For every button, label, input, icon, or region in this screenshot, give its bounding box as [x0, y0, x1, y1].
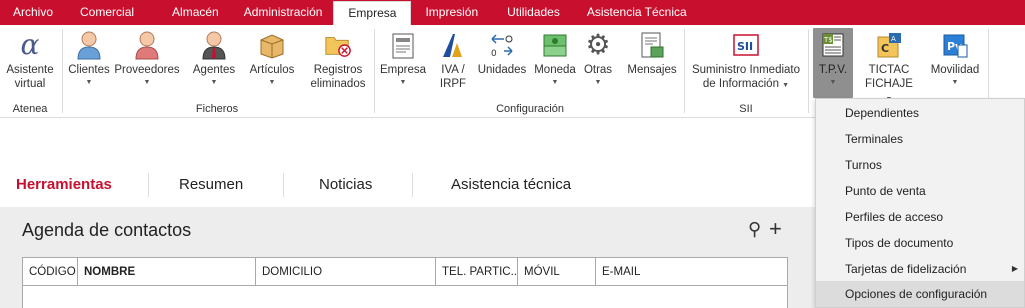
tpv-button[interactable]: T$ T.P.V. ▼: [813, 28, 853, 98]
box-icon: [258, 30, 286, 60]
column-header-codigo[interactable]: CÓDIGO: [23, 258, 78, 286]
tpv-icon: T$: [819, 30, 847, 60]
chevron-down-icon: ▼: [143, 79, 151, 86]
clientes-button[interactable]: Clientes ▼: [66, 30, 112, 89]
column-header-nombre[interactable]: NOMBRE: [78, 258, 256, 286]
column-header-email[interactable]: E-MAIL: [596, 258, 787, 286]
menu-item-turnos[interactable]: Turnos: [816, 152, 1024, 178]
tab-resumen[interactable]: Resumen: [179, 165, 243, 205]
contacts-table: CÓDIGO NOMBRE DOMICILIO TEL. PARTIC... M…: [22, 257, 788, 308]
group-label-atenea: Atenea: [12, 103, 48, 115]
column-header-domicilio[interactable]: DOMICILIO: [256, 258, 436, 286]
chevron-down-icon: ▼: [268, 79, 276, 86]
chevron-down-icon: ▼: [399, 79, 407, 86]
menu-item-tarjetas-de-fidelizacion[interactable]: Tarjetas de fidelización ▶: [816, 256, 1024, 282]
tab-noticias[interactable]: Noticias: [319, 165, 372, 205]
menu-item-opciones-de-configuracion[interactable]: Opciones de configuración: [816, 281, 1024, 307]
tpv-dropdown-menu: Dependientes Terminales Turnos Punto de …: [815, 98, 1025, 308]
menu-tab-asistencia-tecnica[interactable]: Asistencia Técnica: [576, 0, 698, 25]
tab-asistencia-tecnica[interactable]: Asistencia técnica: [451, 165, 571, 205]
message-icon: [638, 30, 666, 60]
column-header-movil[interactable]: MÓVIL: [518, 258, 596, 286]
chevron-down-icon: ▼: [829, 79, 837, 86]
tax-agency-icon: [439, 30, 467, 60]
chevron-down-icon: ▼: [782, 82, 790, 89]
group-label-configuracion: Configuración: [496, 103, 564, 115]
tab-herramientas[interactable]: Herramientas: [16, 165, 112, 205]
chevron-down-icon: ▼: [594, 79, 602, 86]
articulos-button[interactable]: Artículos ▼: [246, 30, 298, 89]
add-icon[interactable]: +: [769, 216, 782, 242]
group-separator: [374, 29, 375, 113]
svg-text:T$: T$: [823, 36, 833, 44]
tab-separator: [283, 173, 284, 197]
person-icon: [133, 30, 161, 60]
svg-text:A: A: [891, 35, 896, 43]
menu-bar: Archivo Comercial Almacén Administración…: [0, 0, 1025, 25]
group-label-ficheros: Ficheros: [195, 103, 239, 115]
alpha-icon: α: [20, 28, 40, 61]
app-window: Archivo Comercial Almacén Administración…: [0, 0, 1025, 308]
gear-icon: ⚙: [585, 29, 611, 60]
otras-button[interactable]: ⚙ Otras ▼: [580, 30, 616, 89]
menu-item-punto-de-venta[interactable]: Punto de venta: [816, 178, 1024, 204]
tab-separator: [412, 173, 413, 197]
menu-item-terminales[interactable]: Terminales: [816, 126, 1024, 152]
group-separator: [808, 29, 809, 113]
menu-tab-utilidades[interactable]: Utilidades: [492, 0, 576, 25]
agenda-panel: Agenda de contactos ⚲ + CÓDIGO NOMBRE DO…: [0, 207, 815, 308]
sii-icon: SII: [732, 30, 760, 60]
menu-tab-archivo[interactable]: Archivo: [0, 0, 66, 25]
menu-tab-administracion[interactable]: Administración: [233, 0, 334, 25]
search-icon[interactable]: ⚲: [748, 219, 761, 240]
chevron-down-icon: ▼: [85, 79, 93, 86]
units-icon: 0: [488, 30, 516, 60]
group-separator: [684, 29, 685, 113]
person-icon: [75, 30, 103, 60]
chevron-down-icon: ▼: [951, 79, 959, 86]
unidades-button[interactable]: 0 Unidades: [476, 30, 528, 77]
mensajes-button[interactable]: Mensajes: [624, 30, 680, 77]
column-header-tel-particular[interactable]: TEL. PARTIC...: [436, 258, 518, 286]
group-separator: [62, 29, 63, 113]
home-tabs: Herramientas Resumen Noticias Asistencia…: [0, 165, 815, 205]
svg-text:SII: SII: [737, 40, 753, 53]
menu-tab-almacen[interactable]: Almacén: [158, 0, 233, 25]
agent-icon: [200, 30, 228, 60]
empresa-button[interactable]: Empresa ▼: [378, 30, 428, 89]
folder-delete-icon: [324, 30, 352, 60]
svg-text:C: C: [881, 42, 889, 55]
money-icon: [541, 30, 569, 60]
registros-eliminados-button[interactable]: Registros eliminados: [306, 30, 370, 91]
moneda-button[interactable]: Moneda ▼: [532, 30, 578, 89]
table-header: CÓDIGO NOMBRE DOMICILIO TEL. PARTIC... M…: [23, 258, 787, 286]
agentes-button[interactable]: Agentes ▼: [190, 30, 238, 89]
iva-irpf-button[interactable]: IVA / IRPF: [436, 30, 470, 91]
tictac-icon: CA: [875, 30, 903, 60]
panel-title: Agenda de contactos: [22, 220, 192, 240]
chevron-down-icon: ▼: [210, 79, 218, 86]
proveedores-button[interactable]: Proveedores ▼: [114, 30, 180, 89]
chevron-down-icon: ▼: [551, 79, 559, 86]
menu-tab-comercial[interactable]: Comercial: [66, 0, 158, 25]
chevron-right-icon: ▶: [1011, 264, 1018, 273]
asistente-virtual-button[interactable]: α Asistente virtual: [4, 30, 56, 91]
group-label-sii: SII: [739, 103, 753, 115]
menu-item-perfiles-de-acceso[interactable]: Perfiles de acceso: [816, 204, 1024, 230]
sii-button[interactable]: SII Suministro Inmediato de Información …: [688, 30, 804, 92]
menu-item-tipos-de-documento[interactable]: Tipos de documento: [816, 230, 1024, 256]
movilidad-button[interactable]: Pv Movilidad ▼: [926, 30, 984, 89]
tab-separator: [148, 173, 149, 197]
menu-item-dependientes[interactable]: Dependientes: [816, 100, 1024, 126]
menu-tab-empresa[interactable]: Empresa: [333, 1, 412, 25]
document-icon: [389, 30, 417, 60]
mobile-app-icon: Pv: [941, 30, 969, 60]
sii-second-line: de Información ▼: [702, 78, 790, 90]
svg-text:0: 0: [491, 49, 497, 59]
tictac-fichaje-button[interactable]: CA TICTAC FICHAJE ▼: [860, 30, 918, 106]
menu-tab-impresion[interactable]: Impresión: [411, 0, 492, 25]
